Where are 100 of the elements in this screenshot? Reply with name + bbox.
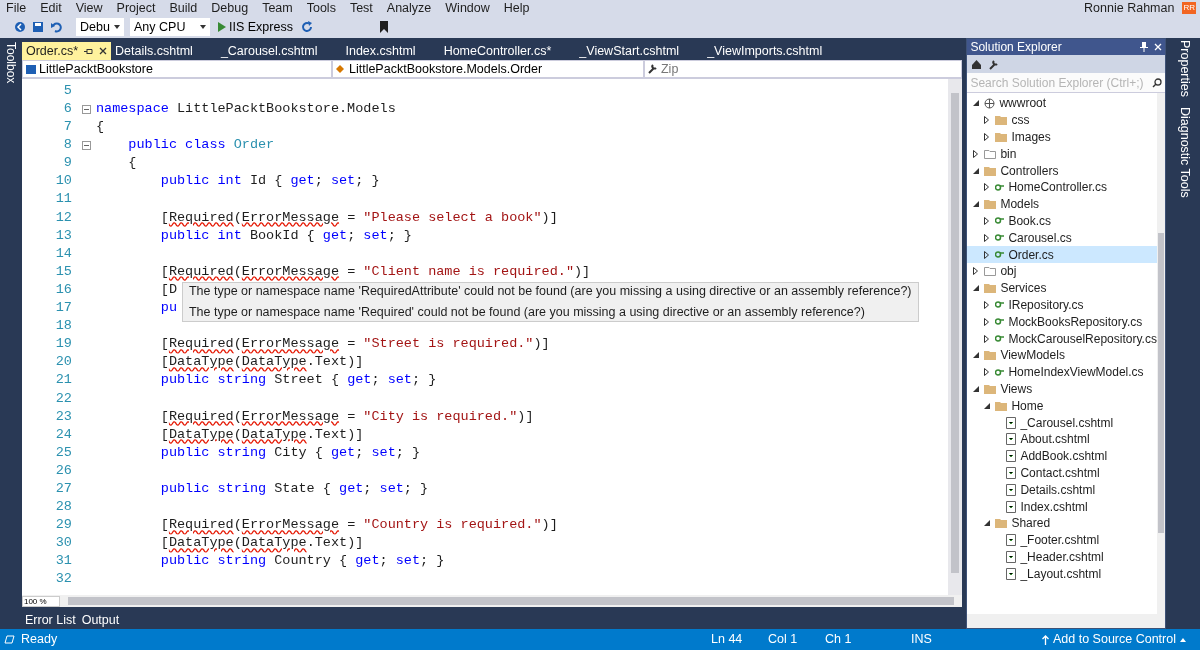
- menu-item[interactable]: View: [75, 0, 103, 18]
- expanded-icon[interactable]: [973, 385, 980, 392]
- undo-icon[interactable]: [50, 21, 62, 33]
- expanded-icon[interactable]: [973, 201, 980, 208]
- search-icon[interactable]: [1152, 77, 1163, 88]
- menu-item[interactable]: Analyze: [386, 0, 432, 18]
- zoom-dropdown[interactable]: 100 %: [21, 595, 60, 607]
- tree-item[interactable]: Carousel.cs: [967, 229, 1158, 247]
- tree-item[interactable]: _Footer.cshtml: [967, 531, 1158, 549]
- tree-item[interactable]: AddBook.cshtml: [967, 447, 1158, 465]
- collapsed-icon[interactable]: [984, 250, 990, 259]
- tree-item[interactable]: Order.cs: [967, 246, 1158, 263]
- tree-item[interactable]: Images: [967, 128, 1158, 146]
- tree-item[interactable]: About.cshtml: [967, 430, 1158, 448]
- tree-item[interactable]: Services: [967, 279, 1158, 297]
- collapsed-icon[interactable]: [984, 368, 990, 377]
- tree-item[interactable]: css: [967, 111, 1158, 129]
- tree-item[interactable]: Book.cs: [967, 212, 1158, 230]
- collapsed-icon[interactable]: [984, 233, 990, 242]
- back-icon[interactable]: [14, 21, 26, 33]
- project-dropdown[interactable]: LittlePacktBookstore: [21, 60, 332, 78]
- editor-tab[interactable]: Order.cs*: [21, 42, 112, 60]
- tree-item[interactable]: Models: [967, 195, 1158, 213]
- platform-dropdown[interactable]: Any CPU: [130, 18, 210, 36]
- home-icon[interactable]: [971, 58, 983, 70]
- collapsed-icon[interactable]: [973, 267, 979, 276]
- collapsed-icon[interactable]: [984, 317, 990, 326]
- tree-item[interactable]: MockBooksRepository.cs: [967, 313, 1158, 331]
- toolbox-tab[interactable]: Toolbox: [2, 42, 20, 629]
- bottom-tab[interactable]: Output: [81, 610, 120, 630]
- close-icon[interactable]: [99, 47, 108, 55]
- menu-item[interactable]: Test: [349, 0, 373, 18]
- tree-item[interactable]: obj: [967, 262, 1158, 280]
- refresh-icon[interactable]: [300, 21, 313, 33]
- tree-item[interactable]: _Layout.cshtml: [967, 565, 1158, 583]
- editor-tab[interactable]: Details.cshtml: [111, 42, 197, 60]
- collapsed-icon[interactable]: [984, 116, 990, 125]
- run-button[interactable]: IIS Express: [216, 17, 295, 37]
- expanded-icon[interactable]: [973, 100, 980, 107]
- expanded-icon[interactable]: [973, 285, 980, 292]
- menu-item[interactable]: Edit: [40, 0, 62, 18]
- collapse-icon[interactable]: [82, 104, 92, 114]
- collapsed-icon[interactable]: [984, 300, 990, 309]
- collapsed-icon[interactable]: [984, 183, 990, 192]
- tree-item[interactable]: Views: [967, 380, 1158, 398]
- side-tab[interactable]: Diagnostic Tools: [1175, 107, 1195, 198]
- tree-item[interactable]: _Carousel.cshtml: [967, 414, 1158, 431]
- tree-item[interactable]: wwwroot: [967, 95, 1158, 112]
- expanded-icon[interactable]: [984, 520, 991, 527]
- search-field[interactable]: Search Solution Explorer (Ctrl+;): [967, 73, 1166, 93]
- tree-item[interactable]: Controllers: [967, 162, 1158, 179]
- user-name[interactable]: Ronnie Rahman: [1084, 0, 1175, 18]
- tree-item[interactable]: ViewModels: [967, 346, 1158, 364]
- tree-item[interactable]: bin: [967, 145, 1158, 163]
- vertical-scrollbar[interactable]: [1157, 93, 1166, 614]
- collapsed-icon[interactable]: [973, 149, 979, 158]
- collapse-icon[interactable]: [82, 140, 92, 150]
- pin-icon[interactable]: [1140, 42, 1149, 52]
- menu-item[interactable]: Build: [169, 0, 198, 18]
- expanded-icon[interactable]: [973, 352, 980, 359]
- menu-item[interactable]: Window: [445, 0, 490, 18]
- menu-item[interactable]: Help: [503, 0, 530, 18]
- tree-item[interactable]: MockCarouselRepository.cs: [967, 330, 1158, 347]
- pin-icon[interactable]: [84, 47, 94, 55]
- tree-item[interactable]: _Header.cshtml: [967, 548, 1158, 566]
- editor-tab[interactable]: _ViewImports.cshtml: [703, 42, 827, 60]
- menu-item[interactable]: Team: [262, 0, 293, 18]
- wrench-icon[interactable]: [988, 58, 1000, 70]
- tree-item[interactable]: Shared: [967, 514, 1158, 532]
- configuration-dropdown[interactable]: Debu: [76, 18, 124, 36]
- tree-item[interactable]: HomeController.cs: [967, 179, 1158, 196]
- horizontal-scrollbar[interactable]: [67, 597, 955, 605]
- tree-item[interactable]: Home: [967, 397, 1158, 415]
- tree-item[interactable]: Contact.cshtml: [967, 464, 1158, 482]
- menu-item[interactable]: Debug: [211, 0, 249, 18]
- save-icon[interactable]: [32, 21, 44, 33]
- editor-tab[interactable]: Index.cshtml: [341, 42, 420, 60]
- bottom-tab[interactable]: Error List: [24, 610, 76, 630]
- menu-item[interactable]: Project: [116, 0, 156, 18]
- tree-item[interactable]: Details.cshtml: [967, 481, 1158, 499]
- tree-item[interactable]: Index.cshtml: [967, 498, 1158, 515]
- code-line: public int Id { get; set; }: [159, 172, 380, 191]
- bookmark-icon[interactable]: [378, 21, 389, 33]
- expanded-icon[interactable]: [984, 402, 991, 409]
- editor-tab[interactable]: _Carousel.cshtml: [216, 42, 322, 60]
- tree-item[interactable]: HomeIndexViewModel.cs: [967, 363, 1158, 381]
- tree-item[interactable]: IRepository.cs: [967, 296, 1158, 314]
- vertical-scrollbar[interactable]: [948, 79, 963, 595]
- source-control-button[interactable]: Add to Source Control: [1042, 630, 1186, 649]
- side-tab[interactable]: Properties: [1175, 40, 1195, 97]
- menu-item[interactable]: File: [6, 0, 27, 18]
- editor-tab[interactable]: _ViewStart.cshtml: [575, 42, 684, 60]
- expanded-icon[interactable]: [973, 167, 980, 174]
- editor-tab[interactable]: HomeController.cs*: [439, 42, 556, 60]
- menu-item[interactable]: Tools: [306, 0, 336, 18]
- member-dropdown[interactable]: Zip: [643, 60, 963, 78]
- type-dropdown[interactable]: LittlePacktBookstore.Models.Order: [331, 60, 644, 78]
- collapsed-icon[interactable]: [984, 216, 990, 225]
- collapsed-icon[interactable]: [984, 334, 990, 343]
- collapsed-icon[interactable]: [984, 133, 990, 141]
